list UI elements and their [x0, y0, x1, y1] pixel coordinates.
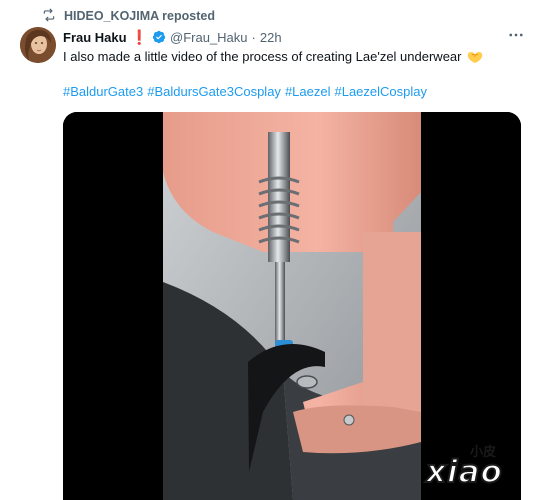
hashtag-link[interactable]: #Laezel [285, 84, 331, 99]
tweet-text: I also made a little video of the proces… [63, 49, 484, 64]
display-name[interactable]: Frau Haku [63, 30, 127, 45]
heart-hands-emoji [466, 50, 484, 64]
repost-icon [42, 8, 56, 25]
hashtag-link[interactable]: #LaezelCosplay [334, 84, 427, 99]
hashtags: #BaldurGate3 #BaldursGate3Cosplay #Laeze… [63, 84, 427, 99]
exclamation-badge: ❗ [130, 28, 149, 45]
site-watermark: 小皮 xiao [425, 438, 544, 496]
watermark-main: xiao [425, 453, 503, 491]
hashtag-link[interactable]: #BaldursGate3Cosplay [147, 84, 281, 99]
separator: · [251, 29, 256, 45]
verified-badge-icon [152, 30, 166, 44]
handle[interactable]: @Frau_Haku [170, 30, 248, 45]
more-icon [509, 33, 523, 37]
hashtag-link[interactable]: #BaldurGate3 [63, 84, 143, 99]
more-button[interactable] [504, 24, 528, 46]
tweet-header: Frau Haku ❗ @Frau_Haku · 22h [63, 28, 282, 46]
repost-label: HIDEO_KOJIMA reposted [64, 9, 215, 23]
repost-indicator[interactable]: HIDEO_KOJIMA reposted [42, 7, 215, 25]
avatar[interactable] [20, 27, 56, 63]
tweet-body: I also made a little video of the proces… [63, 49, 462, 64]
timestamp[interactable]: 22h [260, 30, 282, 45]
